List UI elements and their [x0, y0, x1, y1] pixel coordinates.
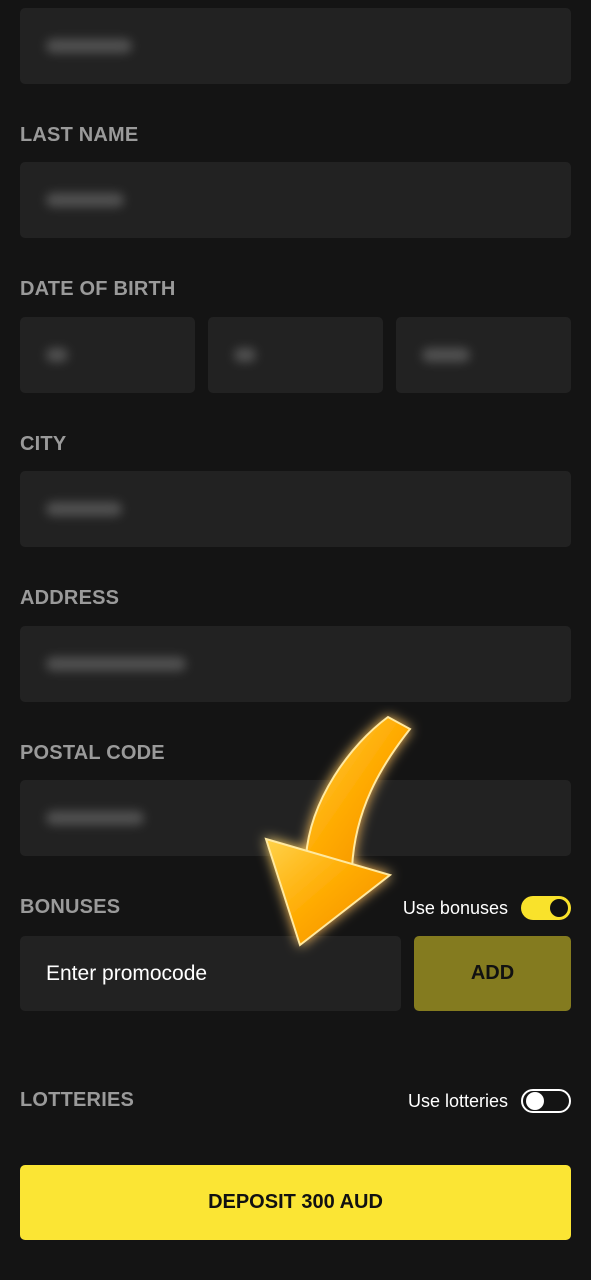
- postal-code-label: POSTAL CODE: [20, 742, 165, 764]
- deposit-button[interactable]: DEPOSIT 300 AUD: [20, 1165, 571, 1240]
- dob-day-field[interactable]: [20, 317, 195, 393]
- last-name-label: LAST NAME: [20, 124, 139, 146]
- use-lotteries-toggle[interactable]: [521, 1089, 571, 1113]
- blurred-value: [422, 348, 470, 362]
- lotteries-label: LOTTERIES: [20, 1089, 135, 1111]
- use-bonuses-toggle[interactable]: [521, 896, 571, 920]
- city-field[interactable]: [20, 471, 571, 547]
- blurred-value: [46, 39, 132, 53]
- dob-month-field[interactable]: [208, 317, 383, 393]
- blurred-value: [234, 348, 256, 362]
- add-promocode-button[interactable]: ADD: [414, 936, 571, 1011]
- city-label: CITY: [20, 433, 67, 455]
- bonuses-label: BONUSES: [20, 896, 121, 918]
- blurred-value: [46, 502, 122, 516]
- blurred-value: [46, 348, 68, 362]
- curved-arrow-icon: [264, 715, 412, 947]
- toggle-knob: [550, 899, 568, 917]
- address-label: ADDRESS: [20, 587, 120, 609]
- blurred-value: [46, 657, 186, 671]
- address-field[interactable]: [20, 626, 571, 702]
- dob-year-field[interactable]: [396, 317, 571, 393]
- first-name-field[interactable]: [20, 8, 571, 84]
- use-lotteries-label: Use lotteries: [407, 1091, 508, 1111]
- last-name-field[interactable]: [20, 162, 571, 238]
- blurred-value: [46, 811, 144, 825]
- blurred-value: [46, 193, 124, 207]
- dob-label: DATE OF BIRTH: [20, 278, 176, 300]
- toggle-knob: [526, 1092, 544, 1110]
